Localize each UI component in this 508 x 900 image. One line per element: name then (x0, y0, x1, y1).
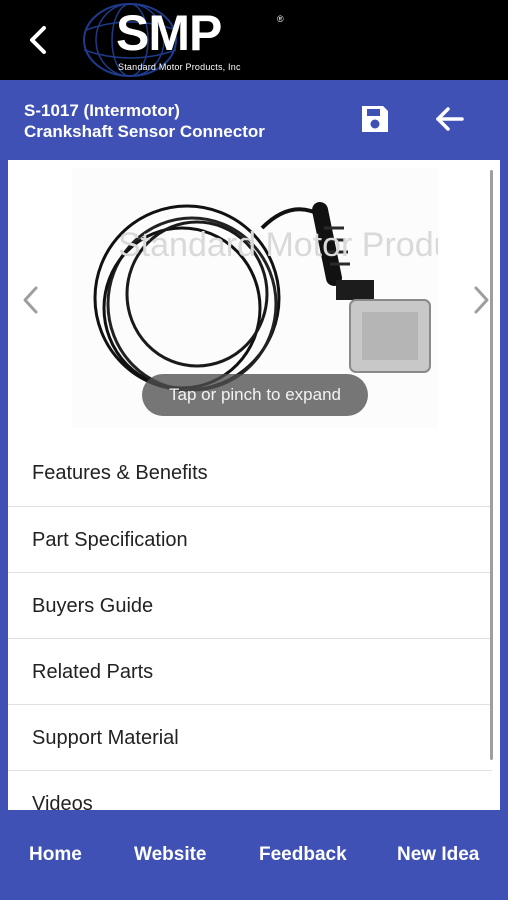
chevron-left-icon[interactable] (20, 20, 56, 60)
content-scrollbar[interactable] (490, 170, 493, 760)
nav-new-idea[interactable]: New Idea (397, 810, 479, 900)
nav-website[interactable]: Website (134, 810, 207, 900)
logo-wordmark: SMP (116, 5, 222, 61)
product-menu: Features & Benefits Part Specification B… (8, 440, 492, 836)
image-watermark: Standard Motor Products (118, 226, 438, 264)
nav-home[interactable]: Home (29, 810, 82, 900)
expand-hint: Tap or pinch to expand (142, 374, 368, 416)
bottom-nav: Home Website Feedback New Idea (0, 810, 508, 900)
menu-item-buyers-guide[interactable]: Buyers Guide (8, 572, 492, 638)
registered-mark: ® (277, 14, 284, 24)
logo-tagline: Standard Motor Products, Inc (118, 62, 241, 72)
part-name-title: Crankshaft Sensor Connector (24, 122, 265, 141)
chevron-left-icon[interactable] (16, 280, 46, 320)
menu-item-part-specification[interactable]: Part Specification (8, 506, 492, 572)
frame-right (500, 160, 508, 810)
save-icon[interactable] (358, 102, 392, 136)
part-number-title: S-1017 (Intermotor) (24, 101, 180, 120)
top-app-bar: SMP ® Standard Motor Products, Inc (0, 0, 508, 80)
menu-item-features[interactable]: Features & Benefits (8, 440, 492, 506)
nav-feedback[interactable]: Feedback (259, 810, 347, 900)
smp-logo: SMP ® Standard Motor Products, Inc (72, 0, 292, 80)
menu-item-related-parts[interactable]: Related Parts (8, 638, 492, 704)
menu-item-support-material[interactable]: Support Material (8, 704, 492, 770)
frame-left (0, 160, 8, 810)
arrow-left-icon[interactable] (432, 102, 466, 136)
